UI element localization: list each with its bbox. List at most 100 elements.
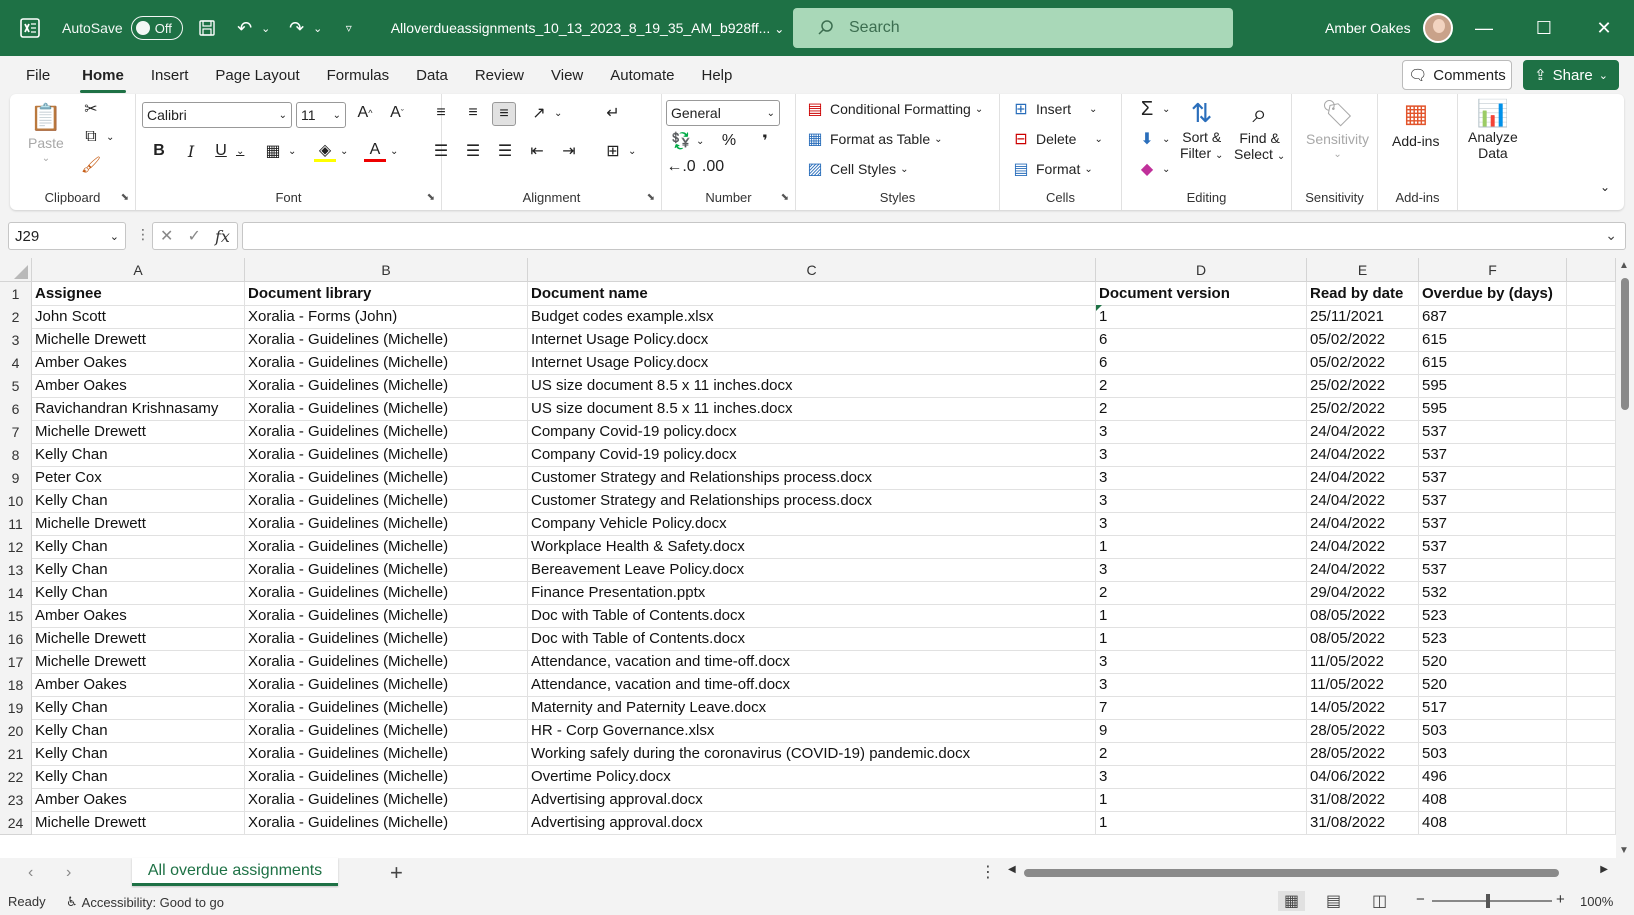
- grid-cell[interactable]: 595: [1419, 374, 1567, 398]
- fill-color-icon[interactable]: ◈ ⌄: [314, 140, 348, 162]
- grid-cell[interactable]: Michelle Drewett: [32, 420, 245, 444]
- formula-input[interactable]: ⌄: [242, 222, 1626, 250]
- zoom-out-icon[interactable]: −: [1416, 891, 1425, 908]
- grid-cell[interactable]: 9: [1096, 719, 1307, 743]
- grid-cell[interactable]: Working safely during the coronavirus (C…: [528, 742, 1096, 766]
- orientation-icon[interactable]: ↗ ⌄: [528, 102, 562, 124]
- grid-cell[interactable]: Xoralia - Guidelines (Michelle): [245, 788, 528, 812]
- grid-cell[interactable]: 1: [1096, 535, 1307, 559]
- clear-icon[interactable]: ◆ ⌄: [1136, 158, 1171, 180]
- row-header[interactable]: 1: [0, 282, 32, 306]
- grid-cell[interactable]: Xoralia - Guidelines (Michelle): [245, 811, 528, 835]
- grid-cell[interactable]: HR - Corp Governance.xlsx: [528, 719, 1096, 743]
- grid-cell[interactable]: Xoralia - Guidelines (Michelle): [245, 719, 528, 743]
- grid-cell[interactable]: Xoralia - Guidelines (Michelle): [245, 650, 528, 674]
- grid-cell[interactable]: 25/02/2022: [1307, 374, 1419, 398]
- row-header[interactable]: 9: [0, 466, 32, 490]
- row-header[interactable]: 14: [0, 581, 32, 605]
- grid-cell[interactable]: 24/04/2022: [1307, 420, 1419, 444]
- grid-cell[interactable]: Kelly Chan: [32, 535, 245, 559]
- redo-dropdown-icon[interactable]: ⌄: [311, 14, 325, 42]
- row-header[interactable]: 18: [0, 673, 32, 697]
- grid-cell[interactable]: 532: [1419, 581, 1567, 605]
- grid-cell[interactable]: 14/05/2022: [1307, 696, 1419, 720]
- cut-icon[interactable]: ✂: [80, 98, 102, 120]
- grid-cell[interactable]: 520: [1419, 673, 1567, 697]
- grid-cell[interactable]: Xoralia - Guidelines (Michelle): [245, 604, 528, 628]
- grid-cell[interactable]: 05/02/2022: [1307, 351, 1419, 375]
- grid-cell[interactable]: 24/04/2022: [1307, 443, 1419, 467]
- zoom-level[interactable]: 100%: [1580, 894, 1613, 909]
- row-header[interactable]: 15: [0, 604, 32, 628]
- column-header-filler[interactable]: [1567, 258, 1616, 282]
- grid-cell[interactable]: 3: [1096, 443, 1307, 467]
- sort-filter-button[interactable]: ⇅ Sort & Filter ⌄: [1180, 98, 1223, 161]
- grid-cell[interactable]: 3: [1096, 765, 1307, 789]
- grid-cell[interactable]: Finance Presentation.pptx: [528, 581, 1096, 605]
- grid-cell[interactable]: Ravichandran Krishnasamy: [32, 397, 245, 421]
- grid-cell[interactable]: Kelly Chan: [32, 742, 245, 766]
- accounting-format-icon[interactable]: 💱 ⌄: [670, 130, 704, 152]
- row-header[interactable]: 21: [0, 742, 32, 766]
- grid-cell[interactable]: Kelly Chan: [32, 489, 245, 513]
- grid-cell[interactable]: 615: [1419, 328, 1567, 352]
- row-header[interactable]: 4: [0, 351, 32, 375]
- row-header[interactable]: 6: [0, 397, 32, 421]
- grid-cell[interactable]: 2: [1096, 581, 1307, 605]
- grid-cell[interactable]: Xoralia - Guidelines (Michelle): [245, 351, 528, 375]
- increase-indent-icon[interactable]: ⇥: [558, 140, 580, 162]
- comma-style-icon[interactable]: ❜: [754, 130, 776, 152]
- insert-cells-button[interactable]: ⊞ Insert ⌄: [1010, 98, 1097, 120]
- empty-cell[interactable]: [1567, 650, 1616, 674]
- user-account[interactable]: Amber Oakes: [1325, 0, 1453, 56]
- grid-cell[interactable]: Michelle Drewett: [32, 512, 245, 536]
- paste-button[interactable]: 📋 Paste ⌄: [28, 102, 64, 164]
- row-header[interactable]: 22: [0, 765, 32, 789]
- grid-cell[interactable]: Amber Oakes: [32, 374, 245, 398]
- grid-cell[interactable]: Xoralia - Guidelines (Michelle): [245, 535, 528, 559]
- row-header[interactable]: 20: [0, 719, 32, 743]
- grid-cell[interactable]: 24/04/2022: [1307, 489, 1419, 513]
- find-select-button[interactable]: ⌕ Find & Select ⌄: [1234, 98, 1285, 162]
- row-header[interactable]: 24: [0, 811, 32, 835]
- align-middle-icon[interactable]: ≡: [462, 102, 484, 124]
- grid-cell[interactable]: 24/04/2022: [1307, 535, 1419, 559]
- empty-cell[interactable]: [1567, 719, 1616, 743]
- grid-cell[interactable]: Company Covid-19 policy.docx: [528, 420, 1096, 444]
- borders-icon[interactable]: ▦ ⌄: [262, 140, 296, 162]
- merge-center-icon[interactable]: ⊞ ⌄: [602, 140, 636, 162]
- row-header[interactable]: 7: [0, 420, 32, 444]
- grid-cell[interactable]: 04/06/2022: [1307, 765, 1419, 789]
- zoom-slider-knob[interactable]: [1486, 894, 1490, 908]
- column-title-cell[interactable]: Document name: [528, 282, 1096, 306]
- autosum-icon[interactable]: Σ ⌄: [1136, 98, 1171, 120]
- close-icon[interactable]: ✕: [1574, 0, 1634, 56]
- comments-button[interactable]: 🗨 Comments: [1402, 60, 1512, 90]
- delete-cells-button[interactable]: ⊟ Delete ⌄: [1010, 128, 1103, 150]
- alignment-launcher-icon[interactable]: ⬊: [647, 192, 655, 203]
- grid-cell[interactable]: 08/05/2022: [1307, 627, 1419, 651]
- grid-cell[interactable]: 503: [1419, 742, 1567, 766]
- grid-cell[interactable]: Company Covid-19 policy.docx: [528, 443, 1096, 467]
- grid-cell[interactable]: 537: [1419, 558, 1567, 582]
- grid-cell[interactable]: Advertising approval.docx: [528, 811, 1096, 835]
- horizontal-scroll-thumb[interactable]: [1024, 869, 1559, 877]
- grid-cell[interactable]: 6: [1096, 328, 1307, 352]
- font-name-select[interactable]: Calibri ⌄: [142, 102, 292, 128]
- grid-cell[interactable]: 11/05/2022: [1307, 673, 1419, 697]
- decrease-decimal-icon[interactable]: .00: [702, 156, 724, 178]
- grid-cell[interactable]: Xoralia - Guidelines (Michelle): [245, 397, 528, 421]
- grid-cell[interactable]: US size document 8.5 x 11 inches.docx: [528, 374, 1096, 398]
- empty-cell[interactable]: [1567, 328, 1616, 352]
- format-as-table-button[interactable]: ▦ Format as Table ⌄: [804, 128, 942, 150]
- tab-page-layout[interactable]: Page Layout: [213, 61, 301, 90]
- column-header[interactable]: D: [1096, 258, 1307, 282]
- grid-cell[interactable]: Xoralia - Guidelines (Michelle): [245, 489, 528, 513]
- grid-cell[interactable]: 25/02/2022: [1307, 397, 1419, 421]
- grid-cell[interactable]: 520: [1419, 650, 1567, 674]
- grid-cell[interactable]: Xoralia - Guidelines (Michelle): [245, 443, 528, 467]
- column-header[interactable]: E: [1307, 258, 1419, 282]
- grid-cell[interactable]: 1: [1096, 627, 1307, 651]
- column-title-cell[interactable]: Read by date: [1307, 282, 1419, 306]
- grid-cell[interactable]: 24/04/2022: [1307, 466, 1419, 490]
